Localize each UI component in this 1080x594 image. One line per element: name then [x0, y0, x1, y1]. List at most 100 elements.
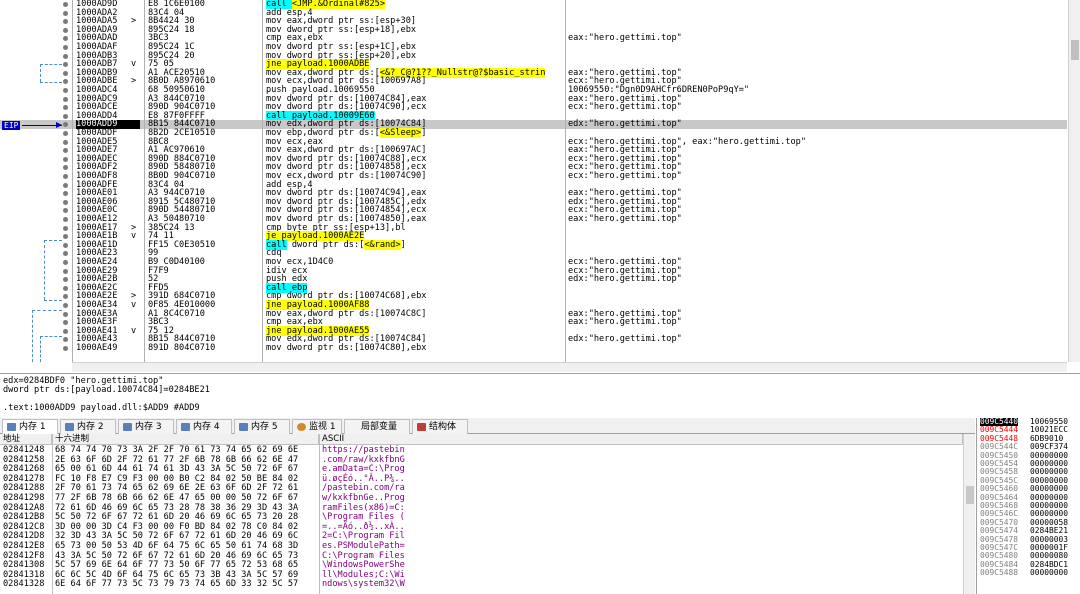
dump-vertical-scrollbar[interactable]: [963, 434, 975, 594]
column-divider: [52, 434, 53, 594]
jump-direction-icon: v: [131, 300, 137, 310]
breakpoint-dot-icon[interactable]: [63, 182, 68, 188]
tab-2[interactable]: 内存 2: [60, 419, 116, 434]
breakpoint-dot-icon[interactable]: [63, 277, 68, 283]
tab-label: 监视 1: [309, 422, 336, 432]
stack-pane[interactable]: 009C5440 10069550 009C5444 10021ECC 009C5448…: [976, 417, 1080, 594]
tab-4[interactable]: 内存 4: [176, 419, 232, 434]
breakpoint-dot-icon[interactable]: [63, 27, 68, 33]
memory-icon: [239, 423, 248, 431]
column-divider: [72, 0, 73, 362]
instruction-token: dword ptr ds:[: [286, 239, 365, 250]
breakpoint-dot-icon[interactable]: [63, 113, 68, 119]
breakpoint-dot-icon[interactable]: [63, 174, 68, 179]
instruction-comment: edx:"hero.gettimi.top": [568, 119, 682, 130]
instruction-comment: eax:"hero.gettimi.top": [568, 317, 682, 328]
memory-icon: [181, 423, 190, 431]
instruction-token: ],ebx: [400, 291, 427, 302]
instruction-token: ]: [421, 76, 427, 87]
instruction-bytes: 891D 804C0710: [148, 343, 216, 353]
jump-direction-icon: v: [131, 325, 137, 336]
breakpoint-dot-icon[interactable]: [63, 36, 68, 42]
breakpoint-dot-icon[interactable]: [63, 328, 68, 334]
instruction-token: mov dword ptr ds:[: [266, 343, 360, 353]
disasm-row[interactable]: 1000AE1D FF15 C0E30510 call dword ptr ds:[…: [0, 239, 1067, 250]
tab-7[interactable]: 局部变量: [344, 419, 410, 434]
scrollbar-thumb[interactable]: [1071, 40, 1079, 60]
disassembly-vertical-scrollbar[interactable]: [1068, 0, 1080, 362]
instruction-text: call dword ptr ds:[<&rand>]: [266, 239, 406, 250]
breakpoint-dot-icon[interactable]: [63, 242, 68, 248]
breakpoint-dot-icon[interactable]: [63, 19, 68, 25]
breakpoint-dot-icon[interactable]: [63, 79, 68, 85]
breakpoint-dot-icon[interactable]: [63, 208, 68, 214]
breakpoint-dot-icon[interactable]: [63, 337, 68, 343]
instruction-comment: edx:"hero.gettimi.top": [568, 334, 682, 345]
breakpoint-dot-icon[interactable]: [63, 191, 68, 197]
scrollbar-thumb[interactable]: [966, 486, 974, 504]
stack-row[interactable]: 009C5488 00000000: [977, 568, 1080, 578]
breakpoint-dot-icon[interactable]: [63, 234, 68, 240]
breakpoint-dot-icon[interactable]: [63, 10, 68, 16]
breakpoint-dot-icon[interactable]: [63, 62, 68, 68]
breakpoint-dot-icon[interactable]: [63, 148, 68, 154]
instruction-token: esp+18: [359, 24, 391, 35]
jump-arrow-line: [32, 310, 62, 311]
tab-label: 内存 4: [193, 422, 220, 432]
breakpoint-dot-icon[interactable]: [63, 268, 68, 274]
column-divider: [262, 0, 263, 362]
tab-1[interactable]: 内存 1: [2, 419, 58, 434]
breakpoint-dot-icon[interactable]: [63, 165, 68, 171]
breakpoint-dot-icon[interactable]: [63, 70, 68, 76]
breakpoint-dot-icon[interactable]: [63, 156, 68, 162]
breakpoint-dot-icon[interactable]: [63, 320, 68, 326]
breakpoint-dot-icon[interactable]: [63, 285, 68, 291]
breakpoint-dot-icon[interactable]: [63, 260, 68, 265]
breakpoint-dot-icon[interactable]: [63, 225, 68, 231]
memory-dump-pane[interactable]: 地址 十六进制 ASCII 02841248 68 74 74 70 73 3A …: [0, 434, 975, 594]
jump-arrow-line: [40, 336, 41, 362]
disassembly-pane[interactable]: 1000AD9D E8 1C6E0100 call <JMP.&Ordinal#82…: [0, 0, 1080, 362]
memory-icon: [123, 423, 132, 431]
memory-icon: [7, 423, 16, 431]
instruction-token: <&Sleep>: [379, 128, 422, 138]
breakpoint-dot-icon[interactable]: [63, 96, 68, 102]
breakpoint-dot-icon[interactable]: [63, 346, 68, 351]
tab-6[interactable]: 监视 1: [292, 419, 342, 434]
eip-label: EIP: [2, 121, 21, 130]
jump-arrow-line: [44, 240, 62, 241]
breakpoint-dot-icon[interactable]: [63, 311, 68, 317]
breakpoint-dot-icon[interactable]: [63, 122, 68, 128]
breakpoint-dot-icon[interactable]: [63, 199, 68, 205]
locals-icon: [349, 423, 358, 431]
tab-label: 内存 5: [251, 422, 278, 432]
stack-address: 009C5488: [980, 568, 1019, 578]
jump-arrow-line: [44, 300, 62, 301]
tab-8[interactable]: 结构体: [412, 419, 468, 434]
breakpoint-dot-icon[interactable]: [63, 303, 68, 308]
tab-3[interactable]: 内存 3: [118, 419, 174, 434]
watch-icon: [297, 423, 306, 431]
dump-row[interactable]: 02841328 6E 64 6F 77 73 5C 73 79 73 74 65…: [0, 580, 963, 590]
disasm-row[interactable]: 1000AE49 891D 804C0710 mov dword ptr ds:[1…: [0, 344, 1067, 353]
tab-label: 局部变量: [361, 422, 398, 432]
breakpoint-dot-icon[interactable]: [63, 45, 68, 50]
breakpoint-dot-icon[interactable]: [63, 105, 68, 111]
disassembly-horizontal-scrollbar[interactable]: [72, 362, 1067, 372]
breakpoint-dot-icon[interactable]: [63, 131, 68, 136]
breakpoint-dot-icon[interactable]: [63, 251, 68, 257]
instruction-token: ]: [400, 239, 406, 250]
tab-label: 结构体: [429, 422, 457, 432]
instruction-bytes: FF15 C0E30510: [148, 239, 216, 250]
tab-label: 内存 2: [77, 422, 104, 432]
breakpoint-dot-icon[interactable]: [63, 88, 68, 93]
breakpoint-dot-icon[interactable]: [63, 217, 68, 222]
breakpoint-dot-icon[interactable]: [63, 2, 68, 7]
jump-arrow-line: [32, 310, 33, 362]
instruction-comment: eax:"hero.gettimi.top": [568, 33, 682, 44]
tab-5[interactable]: 内存 5: [234, 419, 290, 434]
disasm-row[interactable]: 1000AE29 F7F9 idiv ecx ecx:"hero.gettimi.to…: [0, 266, 1067, 276]
breakpoint-dot-icon[interactable]: [63, 53, 68, 59]
breakpoint-dot-icon[interactable]: [63, 139, 68, 145]
breakpoint-dot-icon[interactable]: [63, 294, 68, 300]
